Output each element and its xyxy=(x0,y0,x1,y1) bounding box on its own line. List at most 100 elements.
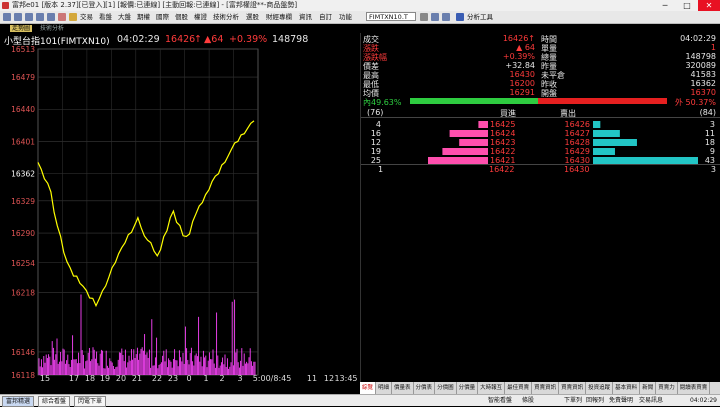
menu-func[interactable]: 功能 xyxy=(339,11,352,23)
x-tick-label: 3 xyxy=(237,374,242,382)
x-tick-label: 17 xyxy=(69,374,79,382)
forward-icon[interactable] xyxy=(25,13,33,21)
bottom-tab[interactable]: 綜覽 xyxy=(360,382,377,394)
ask-price: 16429 xyxy=(565,147,590,156)
search-icon[interactable] xyxy=(431,13,439,21)
price-line xyxy=(37,120,255,308)
depth-divider-bottom xyxy=(361,164,720,165)
x-tick-label: 21 xyxy=(132,374,142,382)
quote-value-oi: 41583 xyxy=(690,70,716,79)
last-right-qty: 3 xyxy=(710,165,716,174)
bottom-tab[interactable]: 投資追蹤 xyxy=(586,382,614,394)
bottom-tab[interactable]: 分價量 xyxy=(457,382,479,394)
window-title: 富邦e01 [版本 2.37][已登入][1] [報價:已連線] [主動回報:已… xyxy=(12,1,298,9)
ask-price: 16427 xyxy=(565,129,590,138)
bottom-tab[interactable]: 買賣資訊 xyxy=(559,382,587,394)
menu-custom[interactable]: 自訂 xyxy=(319,11,332,23)
header-change: ▲64 xyxy=(204,34,224,45)
bottom-tab[interactable]: 買賣資訊 xyxy=(532,382,560,394)
menu-stock[interactable]: 個股 xyxy=(175,11,188,23)
depth-bars: 4 16425 16426 3 16 16424 16427 11 12 16423 16428 18… xyxy=(371,120,715,165)
print-icon[interactable] xyxy=(36,13,44,21)
bottom-tab[interactable]: 基本資料 xyxy=(613,382,641,394)
quote-value-prevvol: 320089 xyxy=(685,61,716,70)
bid-bar xyxy=(449,130,488,137)
x-tick-label: 11 xyxy=(307,374,317,382)
menu-analysis[interactable]: 分析工具 xyxy=(467,11,493,23)
bottom-tab[interactable]: 最佳買賣 xyxy=(505,382,533,394)
tab-technical[interactable]: 技術分析 xyxy=(40,24,64,33)
last-left-qty: 1 xyxy=(378,165,384,174)
refresh-icon[interactable] xyxy=(47,13,55,21)
tab-trend[interactable]: 走勢圖 xyxy=(10,25,33,32)
status-report[interactable]: 回報列 xyxy=(586,395,604,406)
bid-bar xyxy=(459,139,488,146)
menu-screen[interactable]: 選股 xyxy=(246,11,259,23)
y-tick-label: 16440 xyxy=(11,105,35,114)
star-icon[interactable] xyxy=(69,13,77,21)
ask-bar xyxy=(593,148,615,155)
bottom-tab[interactable]: 新聞 xyxy=(640,382,657,394)
y-tick-label: 16401 xyxy=(11,137,35,146)
bid-bar xyxy=(478,121,488,128)
close-button[interactable]: ✕ xyxy=(698,0,720,11)
status-btn-featured[interactable]: 富邦精選 xyxy=(2,396,35,407)
status-bar: 富邦精選 綜合看盤 閃電下單 智能看盤 條股 下單列 回報列 免責聲明 交易訊息… xyxy=(0,394,720,407)
menu-tech[interactable]: 技術分析 xyxy=(213,11,239,23)
header-pct: +0.39% xyxy=(229,34,268,45)
chart-footer xyxy=(0,382,360,394)
y-tick-label: 16513 xyxy=(11,45,35,54)
menu-futures[interactable]: 期權 xyxy=(137,11,150,23)
cursor-icon[interactable] xyxy=(456,13,464,21)
header-price: 16426 xyxy=(165,34,196,45)
status-btn-flash[interactable]: 閃電下單 xyxy=(74,396,107,407)
status-order[interactable]: 下單列 xyxy=(564,395,582,406)
ask-qty: 11 xyxy=(705,129,715,138)
y-tick-label: 16118 xyxy=(11,371,35,380)
bottom-tab[interactable]: 閱讀表買賣 xyxy=(678,382,711,394)
quote-value-low: 16200 xyxy=(509,79,535,88)
menu-trade[interactable]: 交易 xyxy=(80,11,93,23)
home-icon[interactable] xyxy=(3,13,11,21)
menu-intl[interactable]: 國際 xyxy=(156,11,169,23)
bottom-tab[interactable]: 分價表 xyxy=(414,382,436,394)
grid-icon[interactable] xyxy=(442,13,450,21)
bid-qty: 19 xyxy=(371,147,381,156)
quote-value-single: 1 xyxy=(710,43,716,52)
status-time: 04:02:29 xyxy=(690,397,717,404)
menu-info[interactable]: 資訊 xyxy=(299,11,312,23)
chart-subtabs: 走勢圖 技術分析 xyxy=(0,24,355,33)
y-tick-label: 16218 xyxy=(11,288,35,297)
bottom-tab[interactable]: 大時報互 xyxy=(478,382,506,394)
menu-watch[interactable]: 看盤 xyxy=(99,11,112,23)
bottom-tab[interactable]: 分價圖 xyxy=(435,382,457,394)
quote-value-avg: 16291 xyxy=(509,88,535,97)
x-tick-label: 13:45 xyxy=(334,374,357,382)
menu-warrant[interactable]: 權證 xyxy=(194,11,207,23)
bottom-tab[interactable]: 明細 xyxy=(376,382,393,394)
maximize-button[interactable]: □ xyxy=(676,0,698,11)
bottom-tab[interactable]: 價量表 xyxy=(392,382,414,394)
y-tick-label: 16146 xyxy=(11,348,35,357)
status-smart[interactable]: 智能看盤 xyxy=(488,395,512,406)
alert-icon[interactable] xyxy=(58,13,66,21)
status-trade[interactable]: 交易訊息 xyxy=(639,395,663,406)
status-strips[interactable]: 條股 xyxy=(522,395,534,406)
code-input[interactable]: FIMTXN10.T xyxy=(366,12,416,21)
ask-bar xyxy=(593,121,601,128)
back-icon[interactable] xyxy=(14,13,22,21)
minimize-button[interactable]: ─ xyxy=(654,0,676,11)
dropdown-icon[interactable] xyxy=(420,13,428,21)
ask-bar xyxy=(593,130,620,137)
bottom-tab[interactable]: 買賣力 xyxy=(656,382,678,394)
y-tick-label: 16362 xyxy=(11,170,35,179)
status-btn-overview[interactable]: 綜合看盤 xyxy=(38,396,71,407)
status-disclaimer[interactable]: 免責聲明 xyxy=(609,395,633,406)
bid-price: 16424 xyxy=(490,129,515,138)
ask-bar xyxy=(593,139,637,146)
price-chart[interactable]: 16513 16479 16440 16401 16362 16329 16290 16254… xyxy=(0,45,360,382)
header-volume: 148798 xyxy=(272,34,309,45)
menu-column[interactable]: 財經專欄 xyxy=(266,11,292,23)
bid-price: 16423 xyxy=(490,138,515,147)
menu-market[interactable]: 大盤 xyxy=(118,11,131,23)
